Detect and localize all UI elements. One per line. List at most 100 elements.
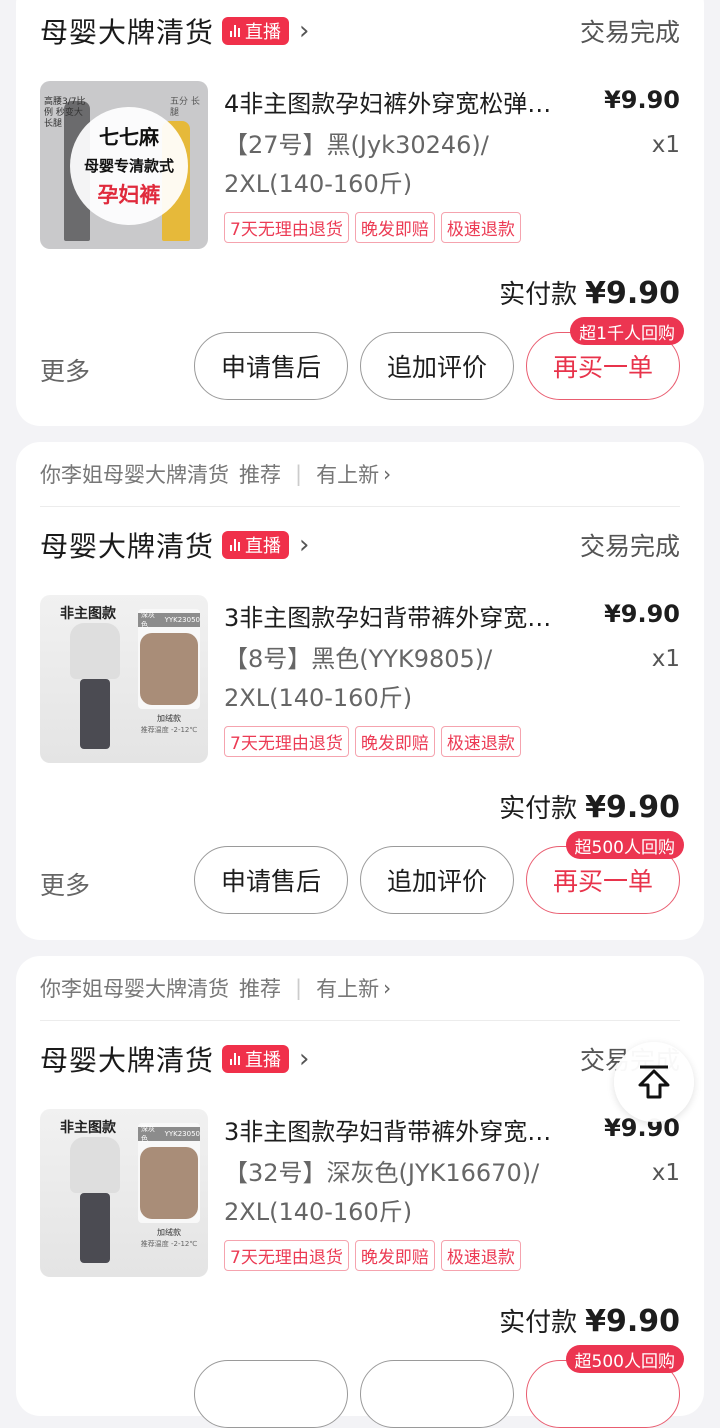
- new-arrivals-link[interactable]: 有上新: [316, 459, 379, 489]
- paid-amount: ¥9.90: [585, 790, 680, 825]
- live-badge[interactable]: 直播: [222, 1045, 290, 1073]
- order-status: 交易完成: [579, 532, 680, 561]
- thumb-figure-legs: [80, 679, 110, 749]
- thumb-caption: 加绒款: [157, 714, 181, 723]
- order-card: 你李姐母婴大牌清货 推荐 | 有上新 › 母婴大牌清货 直播 › 交易完成 非主…: [16, 956, 704, 1428]
- divider: |: [295, 462, 303, 486]
- recommend-shop[interactable]: 你李姐母婴大牌清货: [40, 459, 229, 489]
- swatch-label: 深灰色: [141, 611, 155, 629]
- thumb-caption: 加绒款: [157, 1228, 181, 1237]
- shop-name[interactable]: 母婴大牌清货: [40, 1039, 214, 1079]
- spec-line-1: 【27号】黑(Jyk30246)/: [224, 131, 489, 159]
- service-tags: 7天无理由退货 晚发即赔 极速退款: [224, 212, 521, 243]
- tag-fast-refund: 极速退款: [440, 212, 521, 243]
- after-sale-button[interactable]: 申请售后: [194, 846, 348, 914]
- spec-line-1: 【8号】黑色(YYK9805)/: [224, 645, 493, 673]
- tag-fast-refund: 极速退款: [440, 1240, 521, 1271]
- swatch-code: YYK23050: [164, 1130, 200, 1138]
- product-thumbnail[interactable]: 高腰3/7比例 秒变大长腿 五分 长腿 七七麻 母婴专清款式 孕妇裤: [40, 81, 208, 249]
- thumb-swatch-label: 深灰色 YYK23050: [138, 611, 200, 629]
- thumb-text-2: 母婴专清款式: [83, 157, 174, 175]
- paid-label: 实付款: [499, 280, 578, 310]
- product-spec: 【27号】黑(Jyk30246)/ 2XL(140-160斤): [224, 126, 524, 204]
- thumb-side-right: 五分 长腿: [170, 97, 200, 118]
- thumb-label: 非主图款: [60, 1120, 116, 1136]
- product-thumbnail[interactable]: 非主图款 深灰色 YYK23050 加绒款 推荐温度 -2-12℃: [40, 1109, 208, 1277]
- product-qty: x1: [651, 646, 680, 672]
- product-title[interactable]: 3非主图款孕妇背带裤外穿宽…: [224, 598, 594, 633]
- order-card: 你李姐母婴大牌清货 推荐 | 有上新 › 母婴大牌清货 直播 › 交易完成 非主…: [16, 442, 704, 940]
- divider: |: [295, 976, 303, 1000]
- product-spec: 【8号】黑色(YYK9805)/ 2XL(140-160斤): [224, 640, 524, 718]
- swatch-label: 深灰色: [141, 1125, 155, 1143]
- after-sale-button[interactable]: [194, 1360, 348, 1428]
- thumb-swatch: [140, 1147, 198, 1219]
- live-label: 直播: [245, 536, 282, 557]
- paid-amount: ¥9.90: [585, 1304, 680, 1339]
- product-title[interactable]: 4非主图款孕妇裤外穿宽松弹…: [224, 84, 594, 119]
- spec-line-2: 2XL(140-160斤): [224, 1198, 413, 1226]
- after-sale-button[interactable]: 申请售后: [194, 332, 348, 400]
- spec-line-2: 2XL(140-160斤): [224, 684, 413, 712]
- rebuy-hint-badge: 超1千人回购: [570, 317, 684, 345]
- product-spec: 【32号】深灰色(JYK16670)/ 2XL(140-160斤): [224, 1154, 584, 1232]
- shop-row[interactable]: 母婴大牌清货 直播 › 交易完成: [40, 1034, 680, 1084]
- chevron-right-icon[interactable]: ›: [299, 530, 309, 560]
- product-qty: x1: [651, 132, 680, 158]
- new-arrivals-link[interactable]: 有上新: [316, 973, 379, 1003]
- chevron-right-icon[interactable]: ›: [299, 1044, 309, 1074]
- live-bars-icon: [230, 1053, 241, 1065]
- recommend-bar[interactable]: 你李姐母婴大牌清货 推荐 | 有上新 ›: [40, 956, 680, 1021]
- thumb-caption-2: 推荐温度 -2-12℃: [140, 726, 198, 734]
- tag-late-compensation: 晚发即赔: [354, 212, 435, 243]
- live-badge[interactable]: 直播: [222, 17, 290, 45]
- recommend-shop[interactable]: 你李姐母婴大牌清货: [40, 973, 229, 1003]
- shop-name[interactable]: 母婴大牌清货: [40, 525, 214, 565]
- shop-name[interactable]: 母婴大牌清货: [40, 11, 214, 51]
- tag-return: 7天无理由退货: [224, 1240, 349, 1271]
- more-button[interactable]: 更多: [40, 352, 90, 388]
- add-review-button[interactable]: [360, 1360, 514, 1428]
- order-card: 母婴大牌清货 直播 › 交易完成 高腰3/7比例 秒变大长腿 五分 长腿 七七麻…: [16, 0, 704, 426]
- swatch-code: YYK23050: [164, 616, 200, 624]
- rebuy-hint-badge: 超500人回购: [565, 831, 684, 859]
- back-to-top-button[interactable]: [614, 1042, 694, 1122]
- chevron-right-icon[interactable]: ›: [383, 462, 391, 486]
- chevron-right-icon[interactable]: ›: [299, 16, 309, 46]
- product-price: ¥9.90: [604, 86, 680, 114]
- arrow-up-icon: [638, 1065, 670, 1099]
- paid-label: 实付款: [499, 794, 578, 824]
- live-badge[interactable]: 直播: [222, 531, 290, 559]
- thumb-swatch: [140, 633, 198, 705]
- live-label: 直播: [245, 1050, 282, 1071]
- rebuy-hint-badge: 超500人回购: [565, 1345, 684, 1373]
- chevron-right-icon[interactable]: ›: [383, 976, 391, 1000]
- tag-fast-refund: 极速退款: [440, 726, 521, 757]
- shop-row[interactable]: 母婴大牌清货 直播 › 交易完成: [40, 520, 680, 570]
- thumb-figure-top: [70, 1137, 120, 1193]
- paid-total: 实付款 ¥9.90: [499, 788, 680, 825]
- shop-row[interactable]: 母婴大牌清货 直播 › 交易完成: [40, 6, 680, 56]
- thumb-caption-2: 推荐温度 -2-12℃: [140, 1240, 198, 1248]
- product-price: ¥9.90: [604, 600, 680, 628]
- paid-amount: ¥9.90: [585, 276, 680, 311]
- product-title[interactable]: 3非主图款孕妇背带裤外穿宽…: [224, 1112, 594, 1147]
- spec-line-1: 【32号】深灰色(JYK16670)/: [224, 1159, 540, 1187]
- more-button[interactable]: 更多: [40, 866, 90, 902]
- order-status: 交易完成: [579, 18, 680, 47]
- product-thumbnail[interactable]: 非主图款 深灰色 YYK23050 加绒款 推荐温度 -2-12℃: [40, 595, 208, 763]
- tag-return: 7天无理由退货: [224, 212, 349, 243]
- spec-line-2: 2XL(140-160斤): [224, 170, 413, 198]
- recommend-label: 推荐: [239, 463, 281, 487]
- paid-total: 实付款 ¥9.90: [499, 1302, 680, 1339]
- paid-total: 实付款 ¥9.90: [499, 274, 680, 311]
- thumb-text-3: 孕妇裤: [97, 183, 161, 207]
- recommend-bar[interactable]: 你李姐母婴大牌清货 推荐 | 有上新 ›: [40, 442, 680, 507]
- add-review-button[interactable]: 追加评价: [360, 846, 514, 914]
- tag-return: 7天无理由退货: [224, 726, 349, 757]
- thumb-swatch-label: 深灰色 YYK23050: [138, 1125, 200, 1143]
- live-label: 直播: [245, 22, 282, 43]
- recommend-label: 推荐: [239, 977, 281, 1001]
- paid-label: 实付款: [499, 1308, 578, 1338]
- add-review-button[interactable]: 追加评价: [360, 332, 514, 400]
